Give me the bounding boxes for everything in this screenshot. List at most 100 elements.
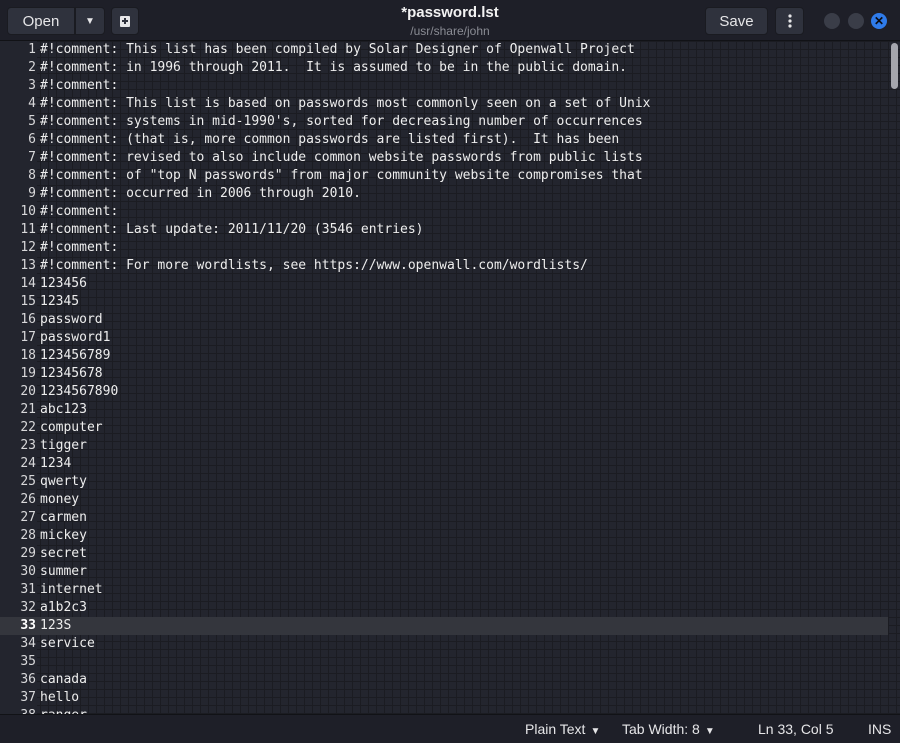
line-text: abc123 — [40, 402, 87, 417]
maximize-button[interactable] — [848, 13, 864, 29]
line-number: 8 — [28, 168, 36, 183]
line-text: 123456789 — [40, 348, 111, 363]
editor-line[interactable]: 7 #!comment: revised to also include comm… — [0, 149, 888, 167]
line-number: 23 — [20, 438, 36, 453]
line-text: 123456 — [40, 276, 87, 291]
line-number: 38 — [0, 707, 36, 714]
chevron-down-icon: ▼ — [590, 726, 601, 737]
chevron-down-icon: ▼ — [704, 726, 715, 737]
editor-line[interactable]: 16 password — [0, 311, 888, 329]
editor-line[interactable]: 34 service — [0, 635, 888, 653]
editor-line[interactable]: 11 #!comment: Last update: 2011/11/20 (35… — [0, 221, 888, 239]
text-editor-area[interactable]: 1 #!comment: This list has been compiled … — [0, 41, 900, 714]
editor-line[interactable]: 19 12345678 — [0, 365, 888, 383]
close-button[interactable]: ✕ — [871, 13, 887, 29]
editor-line[interactable]: 23 tigger — [0, 437, 888, 455]
editor-line[interactable]: 18 123456789 — [0, 347, 888, 365]
line-text: #!comment: Last update: 2011/11/20 (3546… — [40, 222, 424, 237]
line-number: 36 — [20, 672, 36, 687]
kebab-menu-icon — [787, 14, 792, 28]
editor-line[interactable]: 4 #!comment: This list is based on passwo… — [0, 95, 888, 113]
line-text: mickey — [40, 528, 87, 543]
editor-line[interactable]: 17 password1 — [0, 329, 888, 347]
editor-line[interactable]: 33 123S — [0, 617, 888, 635]
line-number: 12 — [20, 240, 36, 255]
line-number: 13 — [20, 258, 36, 273]
close-icon: ✕ — [873, 14, 885, 28]
line-text: qwerty — [40, 474, 87, 489]
line-number: 20 — [20, 384, 36, 399]
language-label: Plain Text — [525, 721, 586, 737]
editor-line[interactable]: 8 #!comment: of "top N passwords" from ma… — [0, 167, 888, 185]
editor-line[interactable]: 30 summer — [0, 563, 888, 581]
status-bar: Plain Text ▼ Tab Width: 8 ▼ Ln 33, Col 5 I… — [0, 714, 900, 743]
line-text: #!comment: systems in mid-1990's, sorted… — [40, 114, 643, 129]
line-number: 35 — [20, 654, 36, 669]
editor-line[interactable]: 10 #!comment: — [0, 203, 888, 221]
line-number: 4 — [28, 96, 36, 111]
line-number: 10 — [20, 204, 36, 219]
editor-line[interactable]: 15 12345 — [0, 293, 888, 311]
editor-line[interactable]: 2 #!comment: in 1996 through 2011. It is … — [0, 59, 888, 77]
editor-line[interactable]: 25 qwerty — [0, 473, 888, 491]
line-number: 26 — [20, 492, 36, 507]
line-text: #!comment: in 1996 through 2011. It is a… — [40, 60, 627, 75]
editor-line[interactable]: 6 #!comment: (that is, more common passwo… — [0, 131, 888, 149]
line-text: #!comment: occurred in 2006 through 2010… — [40, 186, 361, 201]
menu-button[interactable] — [775, 7, 804, 35]
line-text: #!comment: This list is based on passwor… — [40, 96, 651, 111]
line-number: 24 — [20, 456, 36, 471]
line-number: 32 — [20, 600, 36, 615]
line-text: summer — [40, 564, 87, 579]
editor-line[interactable]: 22 computer — [0, 419, 888, 437]
editor-line[interactable]: 38 ranger — [0, 707, 888, 714]
editor-line[interactable]: 32 a1b2c3 — [0, 599, 888, 617]
editor-line[interactable]: 37 hello — [0, 689, 888, 707]
language-selector[interactable]: Plain Text ▼ — [525, 721, 600, 737]
line-text: secret — [40, 546, 87, 561]
line-text: hello — [40, 690, 80, 705]
line-number: 30 — [20, 564, 36, 579]
editor-line[interactable]: 36 canada — [0, 671, 888, 689]
editor-line[interactable]: 24 1234 — [0, 455, 888, 473]
save-button[interactable]: Save — [705, 7, 768, 35]
insert-mode[interactable]: INS — [868, 721, 891, 737]
line-text: tigger — [40, 438, 87, 453]
editor-line[interactable]: 21 abc123 — [0, 401, 888, 419]
cursor-position: Ln 33, Col 5 — [758, 721, 834, 737]
minimize-button[interactable] — [824, 13, 840, 29]
line-text: 12345678 — [40, 366, 103, 381]
editor-line[interactable]: 1 #!comment: This list has been compiled … — [0, 41, 888, 59]
editor-line[interactable]: 14 123456 — [0, 275, 888, 293]
line-text: computer — [40, 420, 103, 435]
editor-line[interactable]: 27 carmen — [0, 509, 888, 527]
line-text: #!comment: of "top N passwords" from maj… — [40, 168, 643, 183]
line-text: 1234 — [40, 456, 72, 471]
line-number: 27 — [20, 510, 36, 525]
line-text: #!comment: This list has been compiled b… — [40, 42, 635, 57]
line-number: 31 — [20, 582, 36, 597]
editor-line[interactable]: 3 #!comment: — [0, 77, 888, 95]
editor-line[interactable]: 26 money — [0, 491, 888, 509]
line-number: 22 — [20, 420, 36, 435]
editor-line[interactable]: 12 #!comment: — [0, 239, 888, 257]
editor-line[interactable]: 9 #!comment: occurred in 2006 through 201… — [0, 185, 888, 203]
line-text: ranger — [40, 707, 87, 714]
tab-width-selector[interactable]: Tab Width: 8 ▼ — [622, 721, 715, 737]
line-number: 7 — [28, 150, 36, 165]
line-text: service — [40, 636, 95, 651]
vertical-scrollbar[interactable] — [891, 43, 898, 89]
editor-line[interactable]: 5 #!comment: systems in mid-1990's, sorte… — [0, 113, 888, 131]
editor-line[interactable]: 28 mickey — [0, 527, 888, 545]
editor-line[interactable]: 20 1234567890 — [0, 383, 888, 401]
editor-line[interactable]: 35 — [0, 653, 888, 671]
line-number: 21 — [20, 402, 36, 417]
line-number: 11 — [20, 222, 36, 237]
editor-line[interactable]: 29 secret — [0, 545, 888, 563]
editor-line[interactable]: 13 #!comment: For more wordlists, see htt… — [0, 257, 888, 275]
line-text: #!comment: revised to also include commo… — [40, 150, 643, 165]
editor-line[interactable]: 31 internet — [0, 581, 888, 599]
line-number: 9 — [28, 186, 36, 201]
line-text: 12345 — [40, 294, 80, 309]
tab-width-label: Tab Width: 8 — [622, 721, 700, 737]
